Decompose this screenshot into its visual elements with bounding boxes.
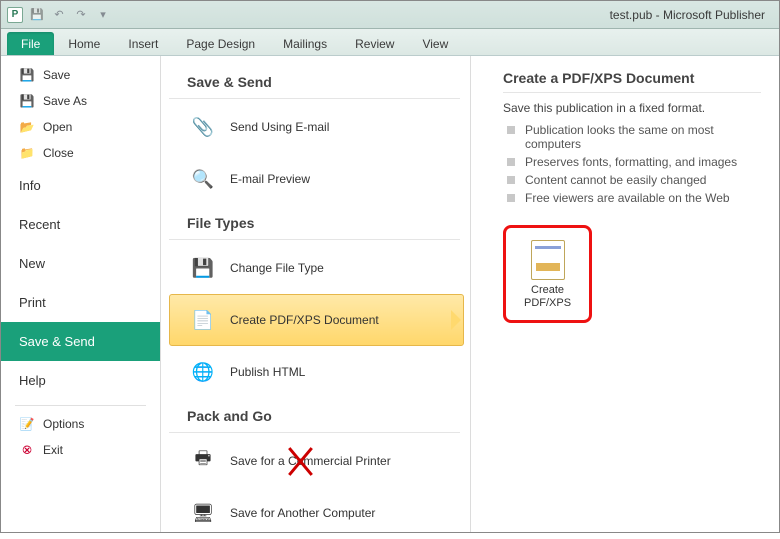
- feature-bullet: Publication looks the same on most compu…: [503, 121, 761, 153]
- nav-label: Close: [43, 146, 74, 160]
- close-icon: 📁: [19, 145, 35, 161]
- nav-label: Save & Send: [19, 334, 95, 349]
- nav-print[interactable]: Print: [1, 283, 160, 322]
- create-pdf-xps-button[interactable]: CreatePDF/XPS: [518, 236, 577, 314]
- qat-redo-icon[interactable]: ↷: [73, 7, 89, 23]
- save-as-icon: 💾: [19, 93, 35, 109]
- section-file-types: File Types: [169, 205, 460, 240]
- nav-save-send[interactable]: Save & Send: [1, 322, 160, 361]
- nav-new[interactable]: New: [1, 244, 160, 283]
- tab-home[interactable]: Home: [54, 32, 114, 55]
- nav-label: New: [19, 256, 45, 271]
- nav-save-as[interactable]: 💾 Save As: [1, 88, 160, 114]
- nav-exit[interactable]: ⮿ Exit: [1, 437, 160, 463]
- backstage: 💾Save 💾Save As 📂Open 📁Close Info Recent …: [1, 56, 779, 532]
- feature-bullet: Free viewers are available on the Web: [503, 189, 761, 207]
- commercial-printer-icon: 🖶: [188, 446, 218, 476]
- options-icon: 📝: [19, 416, 35, 432]
- change-file-type-icon: 💾: [188, 253, 218, 283]
- nav-open[interactable]: 📂 Open: [1, 114, 160, 140]
- nav-label: Options: [43, 417, 84, 431]
- publish-html-icon: 🌐: [188, 357, 218, 387]
- item-label: E-mail Preview: [230, 172, 310, 186]
- exit-icon: ⮿: [19, 442, 35, 458]
- backstage-right: Create a PDF/XPS Document Save this publ…: [471, 56, 779, 532]
- pdf-xps-icon: 📄: [188, 305, 218, 335]
- nav-label: Save As: [43, 94, 87, 108]
- nav-close[interactable]: 📁 Close: [1, 140, 160, 166]
- qat-dropdown-icon[interactable]: ▾: [95, 7, 111, 23]
- backstage-nav: 💾Save 💾Save As 📂Open 📁Close Info Recent …: [1, 56, 161, 532]
- nav-label: Info: [19, 178, 41, 193]
- section-save-send: Save & Send: [169, 64, 460, 99]
- nav-options[interactable]: 📝 Options: [1, 411, 160, 437]
- nav-label: Exit: [43, 443, 63, 457]
- another-computer-icon: 🖥: [188, 498, 218, 528]
- item-label: Publish HTML: [230, 365, 305, 379]
- feature-list: Publication looks the same on most compu…: [503, 121, 761, 207]
- nav-info[interactable]: Info: [1, 166, 160, 205]
- item-label: Save for Another Computer: [230, 506, 375, 520]
- qat-undo-icon[interactable]: ↶: [51, 7, 67, 23]
- open-icon: 📂: [19, 119, 35, 135]
- item-label: Create PDF/XPS Document: [230, 313, 379, 327]
- email-preview-icon: 🔍: [188, 164, 218, 194]
- item-email-preview[interactable]: 🔍 E-mail Preview: [169, 153, 464, 205]
- item-save-commercial-printer[interactable]: 🖶 Save for a Commercial Printer: [169, 435, 464, 487]
- item-label: Change File Type: [230, 261, 324, 275]
- action-label: CreatePDF/XPS: [524, 284, 571, 310]
- backstage-middle: Save & Send 📎 Send Using E-mail 🔍 E-mail…: [161, 56, 471, 532]
- qat-save-icon[interactable]: 💾: [29, 7, 45, 23]
- right-description: Save this publication in a fixed format.: [503, 101, 761, 115]
- item-create-pdf-xps[interactable]: 📄 Create PDF/XPS Document: [169, 294, 464, 346]
- ribbon-tabs: File Home Insert Page Design Mailings Re…: [1, 29, 779, 56]
- tab-page-design[interactable]: Page Design: [172, 32, 269, 55]
- tab-review[interactable]: Review: [341, 32, 408, 55]
- item-save-another-computer[interactable]: 🖥 Save for Another Computer: [169, 487, 464, 539]
- app-icon: P: [7, 7, 23, 23]
- nav-recent[interactable]: Recent: [1, 205, 160, 244]
- nav-label: Recent: [19, 217, 60, 232]
- tab-mailings[interactable]: Mailings: [269, 32, 341, 55]
- title-bar: P 💾 ↶ ↷ ▾ test.pub - Microsoft Publisher: [1, 1, 779, 29]
- quick-access-toolbar: 💾 ↶ ↷ ▾: [29, 7, 111, 23]
- create-pdf-xps-large-icon: [531, 240, 565, 280]
- nav-label: Open: [43, 120, 72, 134]
- save-icon: 💾: [19, 67, 35, 83]
- nav-separator: [15, 405, 146, 406]
- nav-save[interactable]: 💾 Save: [1, 62, 160, 88]
- item-label: Send Using E-mail: [230, 120, 329, 134]
- tab-view[interactable]: View: [408, 32, 462, 55]
- nav-label: Save: [43, 68, 70, 82]
- nav-help[interactable]: Help: [1, 361, 160, 400]
- item-label: Save for a Commercial Printer: [230, 454, 391, 468]
- right-heading: Create a PDF/XPS Document: [503, 70, 761, 93]
- section-pack-and-go: Pack and Go: [169, 398, 460, 433]
- feature-bullet: Preserves fonts, formatting, and images: [503, 153, 761, 171]
- tab-file[interactable]: File: [7, 32, 54, 55]
- item-publish-html[interactable]: 🌐 Publish HTML: [169, 346, 464, 398]
- window-title: test.pub - Microsoft Publisher: [111, 8, 773, 22]
- feature-bullet: Content cannot be easily changed: [503, 171, 761, 189]
- item-change-file-type[interactable]: 💾 Change File Type: [169, 242, 464, 294]
- highlight-annotation: CreatePDF/XPS: [503, 225, 592, 323]
- nav-label: Print: [19, 295, 46, 310]
- email-icon: 📎: [188, 112, 218, 142]
- tab-insert[interactable]: Insert: [114, 32, 172, 55]
- item-send-email[interactable]: 📎 Send Using E-mail: [169, 101, 464, 153]
- nav-label: Help: [19, 373, 46, 388]
